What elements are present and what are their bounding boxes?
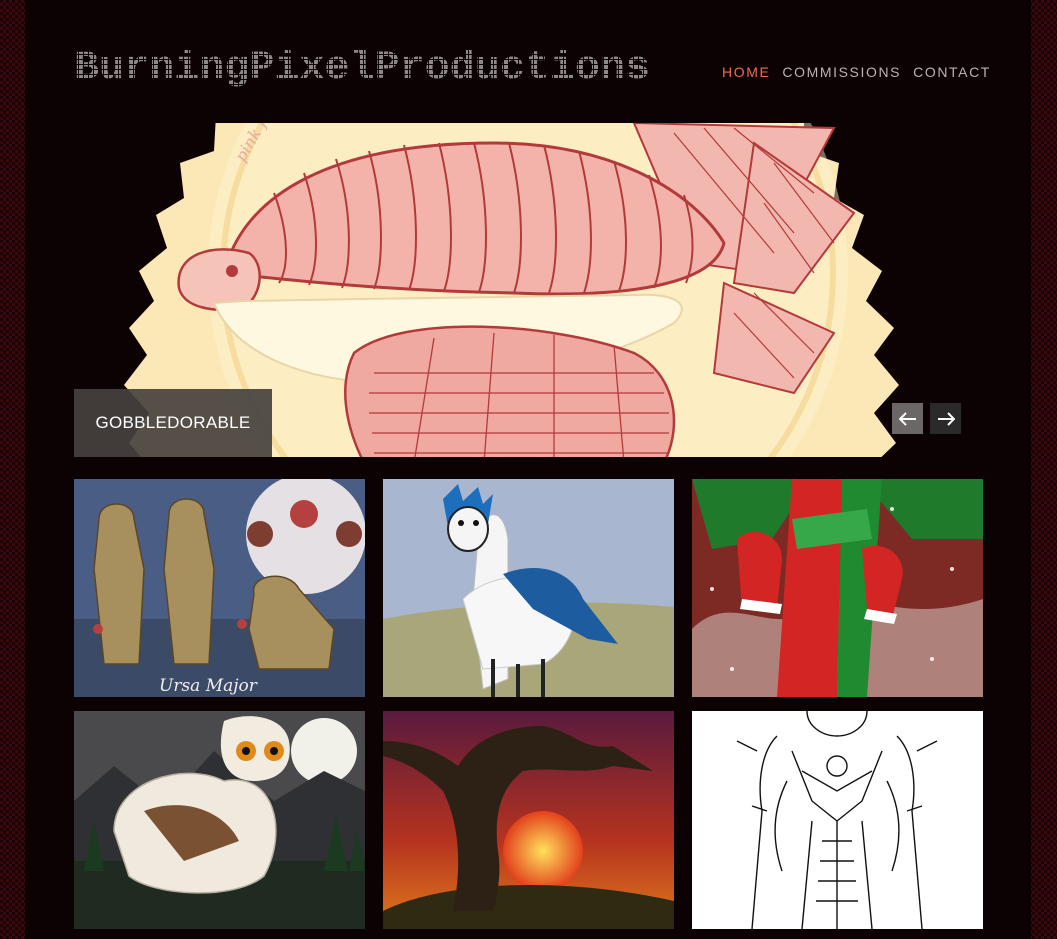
slider-prev-button[interactable] [892, 403, 923, 434]
gallery-item-sunset-tree[interactable] [383, 711, 674, 929]
armored-knight-lineart-image [692, 711, 983, 929]
ursa-major-signature: Ursa Major [159, 676, 258, 696]
sunset-tree-image [383, 711, 674, 929]
arrow-right-icon [937, 411, 955, 426]
gallery-item-ursa-major[interactable]: Ursa Major [74, 479, 365, 697]
christmas-dragon-image [692, 479, 983, 697]
slide-caption: GOBBLEDORABLE [74, 389, 272, 457]
owl-dog-image [74, 711, 365, 929]
gallery-item-armored-knight[interactable] [692, 711, 983, 929]
ursa-major-image: Ursa Major [74, 479, 365, 697]
site-logo[interactable]: BurningPixelProductions [74, 40, 654, 91]
gallery-item-owl-dog[interactable] [74, 711, 365, 929]
slider-next-button[interactable] [930, 403, 961, 434]
nav-contact[interactable]: CONTACT [913, 64, 991, 80]
blue-jay-llama-image [383, 479, 674, 697]
arrow-left-icon [898, 411, 916, 426]
logo-text: BurningPixelProductions [74, 46, 650, 90]
nav-home[interactable]: HOME [722, 64, 770, 80]
gallery-item-christmas-dragon[interactable] [692, 479, 983, 697]
gallery-item-blue-jay-llama[interactable] [383, 479, 674, 697]
nav-commissions[interactable]: COMMISSIONS [782, 64, 901, 80]
main-nav: HOME COMMISSIONS CONTACT [722, 64, 991, 80]
